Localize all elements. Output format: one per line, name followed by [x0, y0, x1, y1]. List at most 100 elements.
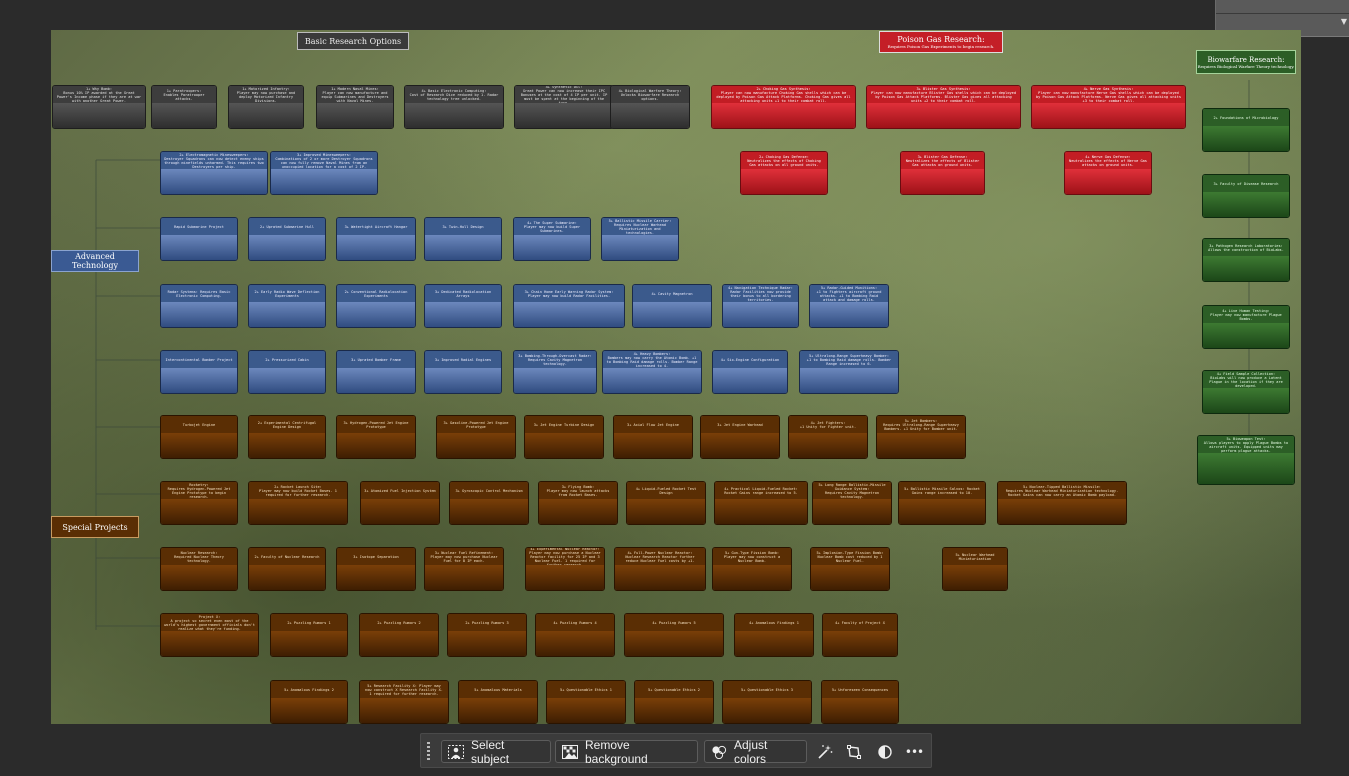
- blue-row4-node[interactable]: Intercontinental Bomber Project: [160, 350, 238, 394]
- brown-row2-node[interactable]: 5+ Nuclear-Tipped Ballistic Missile: Req…: [997, 481, 1127, 525]
- brown-row4-node[interactable]: 2+ Puzzling Rumors 3: [447, 613, 527, 657]
- blue-row3-node[interactable]: 3+ Chain Home Early Warning Radar System…: [513, 284, 625, 328]
- green-node[interactable]: 3+ Pathogen Research Laboratories: Allow…: [1202, 238, 1290, 282]
- brown-row5-node[interactable]: 5+ Anomalous Findings 2: [270, 680, 348, 724]
- node-body: [161, 235, 237, 260]
- green-node[interactable]: 2+ Foundations of Microbiology: [1202, 108, 1290, 152]
- red-top-node[interactable]: 2+ Choking Gas Synthesis: Player can now…: [711, 85, 856, 129]
- brown-row3-node[interactable]: 4+ Full-Power Nuclear Reactor: Nuclear R…: [614, 547, 706, 591]
- node-body: [514, 302, 624, 327]
- brown-row1-node[interactable]: 2+ Experimental Centrifugal Engine Desig…: [248, 415, 326, 459]
- blue-row2-node[interactable]: 3+ Watertight Aircraft Hangar: [336, 217, 416, 261]
- brown-row5-node[interactable]: 5+ Research Facility X: Player may now c…: [359, 680, 449, 724]
- more-options-icon[interactable]: •••: [902, 740, 926, 763]
- blue-row2-node[interactable]: 4+ The Super Submarine: Player may now b…: [513, 217, 591, 261]
- brown-row4-node[interactable]: 2+ Puzzling Rumors 1: [270, 613, 348, 657]
- gray-node[interactable]: 1+ Why Bomb: Bonus 10% IP awarded at the…: [52, 85, 146, 129]
- gray-node[interactable]: 4+ Basic Electronic Computing: Cost of R…: [404, 85, 504, 129]
- blue-row2-node[interactable]: Rapid Submarine Project: [160, 217, 238, 261]
- blue-row4-node[interactable]: 4+ Heavy Bombers: Bombers may now carry …: [602, 350, 702, 394]
- blue-row2-node[interactable]: 3+ Twin-Hull Design: [424, 217, 502, 261]
- blue-row3-node[interactable]: 4+ Cavity Magnetron: [632, 284, 712, 328]
- brown-row1-node[interactable]: 5+ Jet Bombers: Requires Ultralong-Range…: [876, 415, 966, 459]
- brown-row5-node[interactable]: 5+ Anomalous Materials: [458, 680, 538, 724]
- blue-row3-node[interactable]: 3+ Dedicated Radiolocation Arrays: [424, 284, 502, 328]
- select-subject-button[interactable]: Select subject: [441, 738, 551, 766]
- red-top-node[interactable]: 3+ Blister Gas Synthesis: Player can now…: [866, 85, 1021, 129]
- brown-row5-node[interactable]: 5+ Questionable Ethics 1: [546, 680, 626, 724]
- adjust-colors-button[interactable]: Adjust colors: [704, 738, 807, 766]
- brown-row5-node[interactable]: 5+ Questionable Ethics 2: [634, 680, 714, 724]
- brown-row1-node[interactable]: 4+ Jet Fighters: +1 Unity for Fighter un…: [788, 415, 868, 459]
- brown-row3-node[interactable]: 5+ Gun-Type Fission Bomb: Player may now…: [712, 547, 792, 591]
- green-node[interactable]: 4+ Live Human Testing: Player may now ma…: [1202, 305, 1290, 349]
- brown-row2-node[interactable]: 3+ Gyroscopic Control Mechanism: [449, 481, 529, 525]
- brown-row3-node[interactable]: 3+ Isotope Separation: [336, 547, 416, 591]
- crop-shape-icon[interactable]: [842, 740, 866, 763]
- blue-row4-node[interactable]: 3+ Uprated Bomber Frame: [336, 350, 416, 394]
- brown-row3-node[interactable]: 5+ Nuclear Warhead Miniaturization: [942, 547, 1008, 591]
- blue-row3-node[interactable]: Radar Systems: Requires Basic Electronic…: [160, 284, 238, 328]
- blue-row4-node[interactable]: 3+ Bombing-Through-Overcast Radar: Requi…: [513, 350, 597, 394]
- brown-row3-node[interactable]: 5+ Implosion-Type Fission Bomb: Nuclear …: [810, 547, 890, 591]
- blue-row2-node[interactable]: 5+ Ballistic Missile Carrier: Requires N…: [601, 217, 679, 261]
- blue-row4-node[interactable]: 4+ Six-Engine Configuration: [712, 350, 788, 394]
- brown-row1-node[interactable]: 3+ Axial Flow Jet Engine: [613, 415, 693, 459]
- blue-row3-node[interactable]: 4+ Navigation Technique Radar: Radar Fac…: [722, 284, 799, 328]
- brown-row3-node[interactable]: 3+ Nuclear Fuel Refinement: Player may n…: [424, 547, 504, 591]
- brown-row4-node[interactable]: 4+ Puzzling Rumors 4: [535, 613, 615, 657]
- blue-row4-node[interactable]: 3+ Improved Radial Engines: [424, 350, 502, 394]
- blue-row1-node[interactable]: 3+ Improved Minesweepers: Combinations o…: [270, 151, 378, 195]
- gray-node[interactable]: 4+ Synthetic Oil: Great Power can now in…: [514, 85, 614, 129]
- brown-row1-node[interactable]: 3+ Hydrogen-Powered Jet Engine Prototype: [336, 415, 416, 459]
- red-top-node[interactable]: 4+ Nerve Gas Synthesis: Player can now m…: [1031, 85, 1186, 129]
- blue-row4-node[interactable]: 2+ Pressurized Cabin: [248, 350, 326, 394]
- chevron-down-icon[interactable]: ▼: [1341, 17, 1347, 26]
- brown-row4-node[interactable]: 4+ Faculty of Project X: [822, 613, 898, 657]
- brown-row2-node[interactable]: 5+ Long Range Ballistic-Missile Guidance…: [812, 481, 892, 525]
- brown-row2-node[interactable]: 3+ Atomized Fuel Injection System: [360, 481, 440, 525]
- brown-row1-node[interactable]: Turbojet Engine: [160, 415, 238, 459]
- green-node[interactable]: 5+ Bioweapon Test: Allows players to app…: [1197, 435, 1295, 485]
- gray-node[interactable]: 1+ Paratroopers: Enables Paratrooper att…: [151, 85, 217, 129]
- green-node[interactable]: 4+ Field Sample Collection: BioLabs will…: [1202, 370, 1290, 414]
- brown-row4-node[interactable]: 4+ Anomalous Findings 1: [734, 613, 814, 657]
- brown-row2-node[interactable]: 2+ Rocket Launch Site: Player may now bu…: [248, 481, 348, 525]
- node-title: 5+ Questionable Ethics 2: [635, 681, 713, 699]
- brown-row4-node[interactable]: 4+ Puzzling Rumors 5: [624, 613, 724, 657]
- brown-row3-node[interactable]: 2+ Faculty of Nuclear Research: [248, 547, 326, 591]
- brown-row1-node[interactable]: 3+ Jet Engine Turbine Design: [524, 415, 604, 459]
- green-node[interactable]: 3+ Faculty of Disease Research: [1202, 174, 1290, 218]
- red-bottom-node[interactable]: 4+ Nerve Gas Defense: Neutralizes the ef…: [1064, 151, 1152, 195]
- blue-row4-node[interactable]: 5+ Ultralong-Range Superheavy Bomber: +1…: [799, 350, 899, 394]
- image-canvas[interactable]: Basic Research Options Poison Gas Resear…: [51, 30, 1301, 724]
- brown-row3-node[interactable]: 4+ Experimental Nuclear Reactor: Player …: [525, 547, 605, 591]
- red-bottom-node[interactable]: 2+ Choking Gas Defense: Neutralizes the …: [740, 151, 828, 195]
- red-bottom-node[interactable]: 3+ Blister Gas Defense: Neutralizes the …: [900, 151, 985, 195]
- brown-row2-node[interactable]: 4+ Liquid-Fueled Rocket Test Design: [626, 481, 706, 525]
- blue-row3-node[interactable]: 5+ Radar-Guided Munitions: +1 to Fighter…: [809, 284, 889, 328]
- brown-row4-node[interactable]: 2+ Puzzling Rumors 2: [359, 613, 439, 657]
- node-body: [161, 169, 267, 194]
- brown-row2-node[interactable]: 3+ Flying Bomb: Player may now launch at…: [538, 481, 618, 525]
- brown-row1-node[interactable]: 3+ Jet Engine Warhead: [700, 415, 780, 459]
- brown-row5-node[interactable]: 5+ Questionable Ethics 3: [722, 680, 812, 724]
- remove-background-button[interactable]: Remove background: [555, 738, 698, 766]
- gray-node[interactable]: 4+ Biological Warfare Theory: Unlocks Bi…: [610, 85, 690, 129]
- blue-row2-node[interactable]: 2+ Uprated Submarine Hull: [248, 217, 326, 261]
- gray-node[interactable]: 1+ Modern Naval Mines: Player can now ma…: [316, 85, 394, 129]
- brown-row5-node[interactable]: 5+ Unforeseen Consequences: [821, 680, 899, 724]
- brown-row4-node[interactable]: Project X: A project so secret even most…: [160, 613, 259, 657]
- blue-row1-node[interactable]: 2+ Electromagnetic Minesweepers: Destroy…: [160, 151, 268, 195]
- blue-row3-node[interactable]: 2+ Conventional Radiolocation Experiment…: [336, 284, 416, 328]
- drag-handle[interactable]: [427, 742, 430, 760]
- brown-row1-node[interactable]: 3+ Gasoline-Powered Jet Engine Prototype: [436, 415, 516, 459]
- blue-row3-node[interactable]: 2+ Early Radio Wave Deflection Experimen…: [248, 284, 326, 328]
- brown-row2-node[interactable]: 4+ Practical Liquid-Fueled Rocket: Rocke…: [714, 481, 808, 525]
- brown-row2-node[interactable]: 5+ Ballistic Missile Salvos: Rocket Gain…: [898, 481, 986, 525]
- contrast-icon[interactable]: [873, 740, 897, 763]
- magic-wand-icon[interactable]: [813, 740, 837, 763]
- brown-row3-node[interactable]: Nuclear Research: Required Nuclear Theor…: [160, 547, 238, 591]
- brown-row2-node[interactable]: Rocketry: Requires Hydrogen-Powered Jet …: [160, 481, 238, 525]
- gray-node[interactable]: 1+ Motorized Infantry: Player may now pu…: [228, 85, 304, 129]
